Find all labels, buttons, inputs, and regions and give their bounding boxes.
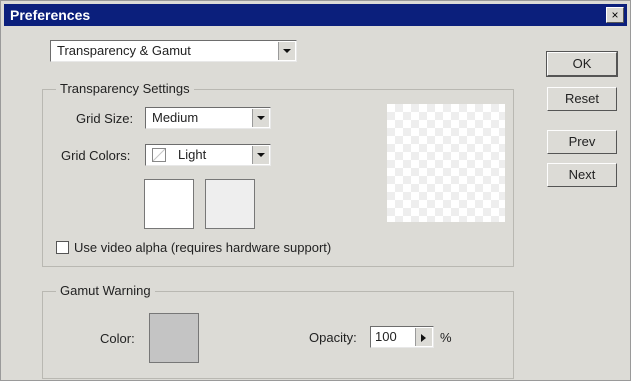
close-icon: × — [611, 8, 619, 22]
opacity-label: Opacity: — [309, 330, 357, 345]
title-bar[interactable]: Preferences × — [4, 4, 627, 26]
grid-color-swatch-2[interactable] — [205, 179, 255, 229]
ok-button[interactable]: OK — [546, 51, 618, 77]
prev-button-label: Prev — [568, 134, 596, 149]
section-select[interactable]: Transparency & Gamut — [50, 40, 297, 62]
grid-colors-label: Grid Colors: — [61, 148, 131, 163]
dropdown-arrow-icon — [278, 42, 295, 60]
opacity-value: 100 — [375, 329, 397, 344]
reset-button-label: Reset — [565, 91, 599, 106]
grid-colors-swatch-icon — [152, 148, 166, 162]
grid-colors-value: Light — [178, 147, 207, 162]
dropdown-arrow-icon — [252, 146, 269, 164]
next-button[interactable]: Next — [547, 163, 617, 187]
gamut-warning-label: Gamut Warning — [56, 283, 155, 298]
gamut-color-swatch[interactable] — [149, 313, 199, 363]
section-select-value: Transparency & Gamut — [57, 43, 191, 58]
video-alpha-checkbox[interactable] — [56, 241, 69, 254]
opacity-input[interactable]: 100 — [370, 326, 434, 348]
preferences-dialog: Preferences × Transparency & Gamut OK Re… — [0, 0, 631, 381]
video-alpha-label[interactable]: Use video alpha (requires hardware suppo… — [74, 240, 331, 255]
dropdown-arrow-icon — [252, 109, 269, 127]
prev-button[interactable]: Prev — [547, 130, 617, 154]
transparency-preview — [387, 104, 505, 222]
next-button-label: Next — [568, 167, 596, 182]
slider-arrow-icon[interactable] — [415, 328, 432, 346]
transparency-settings-label: Transparency Settings — [56, 81, 194, 96]
reset-button[interactable]: Reset — [547, 87, 617, 111]
grid-colors-select[interactable]: Light — [145, 144, 271, 166]
close-button[interactable]: × — [606, 7, 624, 23]
window-title: Preferences — [10, 7, 91, 23]
opacity-unit: % — [440, 330, 452, 345]
ok-button-label: OK — [572, 56, 592, 71]
gamut-color-label: Color: — [100, 331, 135, 346]
grid-size-select[interactable]: Medium — [145, 107, 271, 129]
grid-size-label: Grid Size: — [76, 111, 134, 126]
grid-size-value: Medium — [152, 110, 199, 125]
grid-color-swatch-1[interactable] — [144, 179, 194, 229]
